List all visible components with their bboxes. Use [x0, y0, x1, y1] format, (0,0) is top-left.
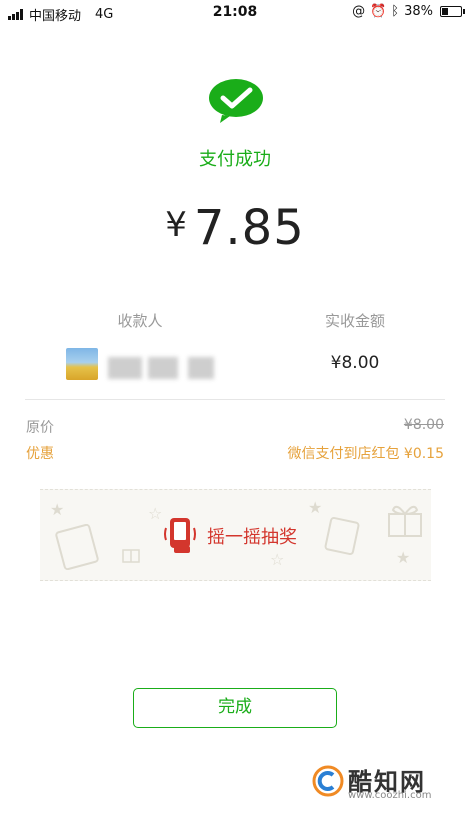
received-amount-label: 实收金额 [324, 312, 385, 330]
bluetooth-icon: ᛒ [391, 4, 400, 19]
wechat-pay-check-icon [209, 79, 263, 123]
gift-decoration-icon [122, 549, 140, 563]
coozhi-logo-icon [312, 765, 344, 797]
banner-text: 摇一摇抽奖 [207, 527, 297, 548]
gift-decoration-icon [388, 505, 422, 537]
star-decoration: ☆ [270, 550, 285, 569]
done-button[interactable]: 完成 [133, 688, 337, 728]
payment-amount: ¥7.85 [0, 200, 470, 256]
card-decoration-icon [324, 516, 360, 556]
star-decoration: ★ [50, 500, 65, 519]
payee-avatar [66, 348, 98, 380]
battery-percent: 38% [404, 4, 433, 19]
card-decoration-icon [55, 524, 99, 570]
battery-icon [440, 6, 465, 17]
received-amount: ¥8.00 [330, 353, 380, 373]
payee-name-blurred [108, 357, 142, 379]
amount-value: 7.85 [193, 200, 305, 256]
rotation-lock-icon: @ [352, 4, 366, 19]
payment-status: 支付成功 [199, 149, 271, 170]
payee-name-blurred [148, 357, 178, 379]
watermark-url: www.coozhi.com [348, 790, 432, 801]
shake-lottery-banner[interactable]: ★ ☆ ☆ ★ ★ 摇一摇抽奖 [40, 489, 431, 581]
shake-hand-icon [164, 518, 196, 553]
currency-symbol: ¥ [165, 205, 188, 245]
alarm-icon: ⏰ [370, 4, 387, 19]
status-bar-right: @ ⏰ ᛒ 38% [352, 4, 465, 19]
original-price-label: 原价 [26, 420, 54, 436]
star-decoration: ☆ [148, 504, 163, 523]
payee-label: 收款人 [117, 312, 163, 330]
discount-value: 微信支付到店红包 ¥0.15 [287, 446, 444, 462]
discount-label: 优惠 [26, 446, 54, 462]
payee-name-blurred [188, 357, 214, 379]
original-price-value: ¥8.00 [403, 417, 444, 433]
star-decoration: ★ [396, 548, 411, 567]
status-bar: 中国移动 4G 21:08 @ ⏰ ᛒ 38% [0, 0, 470, 26]
star-decoration: ★ [308, 498, 323, 517]
divider [25, 399, 445, 400]
